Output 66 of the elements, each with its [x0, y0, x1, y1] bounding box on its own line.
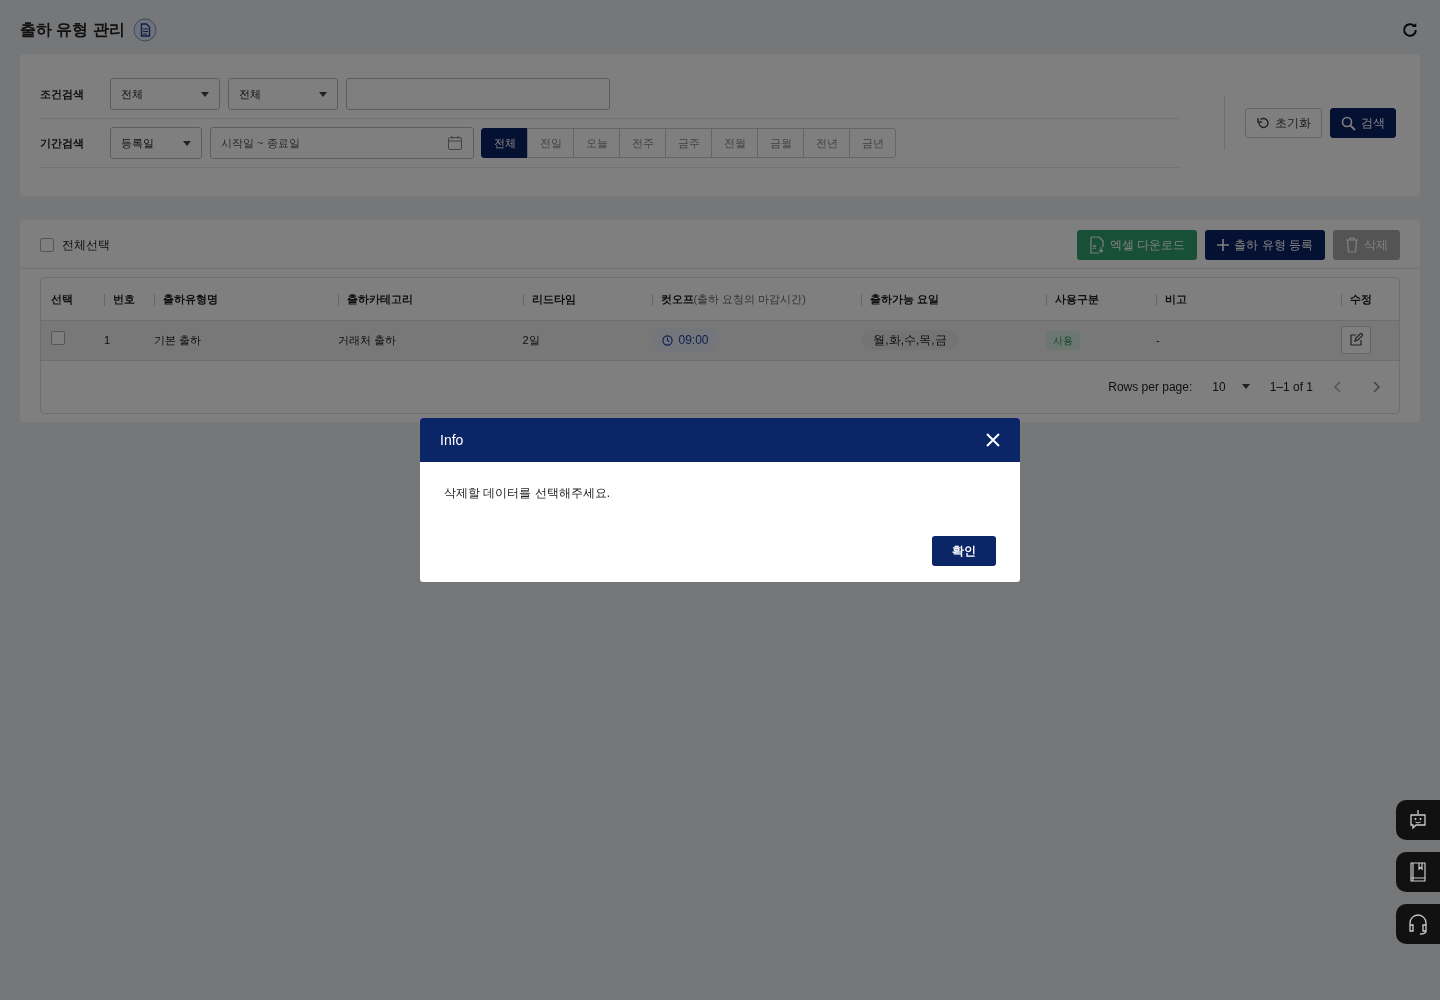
- plus-icon: [1217, 239, 1230, 251]
- select-all-label: 전체선택: [62, 237, 110, 254]
- reset-button[interactable]: 초기화: [1245, 108, 1322, 138]
- refresh-icon[interactable]: [1400, 20, 1420, 40]
- spreadsheet-file-icon: [1089, 236, 1105, 254]
- dialog-message: 삭제할 데이터를 선택해주세요.: [444, 485, 611, 502]
- close-icon[interactable]: [986, 433, 1000, 447]
- dialog-title: Info: [440, 430, 464, 450]
- column-header: 비고: [1146, 278, 1331, 320]
- time-chip: 09:00: [651, 328, 719, 352]
- chevron-left-icon[interactable]: [1333, 380, 1343, 393]
- select-field[interactable]: 전체: [228, 78, 338, 110]
- field-label: 기간검색: [40, 135, 85, 151]
- table-cell: 2일: [522, 333, 540, 346]
- page-title: 출하 유형 관리: [20, 20, 125, 40]
- excel-button[interactable]: 엑셀 다운로드: [1077, 230, 1198, 260]
- support-button[interactable]: [1396, 904, 1440, 944]
- column-header: 선택: [41, 278, 94, 320]
- status-badge: 사용: [1046, 330, 1081, 350]
- column-header: 번호: [93, 278, 144, 320]
- weekday-chip: 월,화,수,목,금: [861, 330, 959, 350]
- select-field[interactable]: 등록일: [110, 127, 202, 159]
- column-header: 사용구분: [1036, 278, 1147, 320]
- chatbot-button[interactable]: [1396, 800, 1440, 840]
- clock-icon: [661, 334, 673, 346]
- rows-per-page-label: Rows per page:: [1108, 378, 1193, 396]
- rows-per-page-select[interactable]: 10: [1212, 377, 1250, 396]
- undo-icon: [1256, 116, 1270, 130]
- period-tab[interactable]: 금주: [665, 128, 712, 158]
- column-header: 리드타임: [512, 278, 642, 320]
- table-cell: 거래처 출하: [337, 333, 396, 346]
- search-field[interactable]: [346, 78, 610, 110]
- column-header: 컷오프(출하 요청의 마감시간): [641, 278, 852, 320]
- caret-icon: [201, 91, 209, 97]
- date-range-field[interactable]: 시작일 ~ 종료일: [210, 127, 474, 159]
- field-label: 조건검색: [40, 86, 85, 102]
- calendar-icon[interactable]: [447, 135, 463, 151]
- add-button[interactable]: 출하 유형 등록: [1205, 230, 1325, 260]
- checkbox[interactable]: [51, 330, 65, 345]
- caret-icon: [319, 91, 327, 97]
- search-button[interactable]: 검색: [1330, 108, 1396, 138]
- edit-icon: [1348, 333, 1363, 347]
- chevron-right-icon[interactable]: [1371, 380, 1381, 393]
- robot-icon: [1408, 809, 1428, 831]
- column-header: 출하카테고리: [327, 278, 513, 320]
- headset-icon: [1407, 913, 1429, 935]
- select-field[interactable]: 전체: [110, 78, 220, 110]
- table-cell: 기본 출하: [153, 333, 201, 346]
- table-cell: 1: [103, 333, 111, 346]
- caret-icon: [183, 140, 191, 146]
- confirm-button[interactable]: 확인: [932, 536, 996, 566]
- period-tab[interactable]: 전체: [481, 128, 528, 158]
- caret-icon: [1241, 384, 1250, 389]
- column-header: 출하가능 요일: [851, 278, 1037, 320]
- table-cell: -: [1156, 333, 1160, 346]
- period-tab[interactable]: 전주: [619, 128, 666, 158]
- search-icon: [1341, 115, 1356, 131]
- checkbox[interactable]: [40, 238, 54, 252]
- edit-button[interactable]: [1340, 326, 1371, 354]
- trash-icon: [1345, 237, 1359, 253]
- guide-button[interactable]: [1396, 852, 1440, 892]
- page-range: 1–1 of 1: [1269, 378, 1313, 396]
- column-header: 출하유형명: [143, 278, 328, 320]
- document-icon[interactable]: [132, 18, 157, 42]
- book-icon: [1409, 861, 1427, 883]
- column-header: 수정: [1330, 278, 1399, 320]
